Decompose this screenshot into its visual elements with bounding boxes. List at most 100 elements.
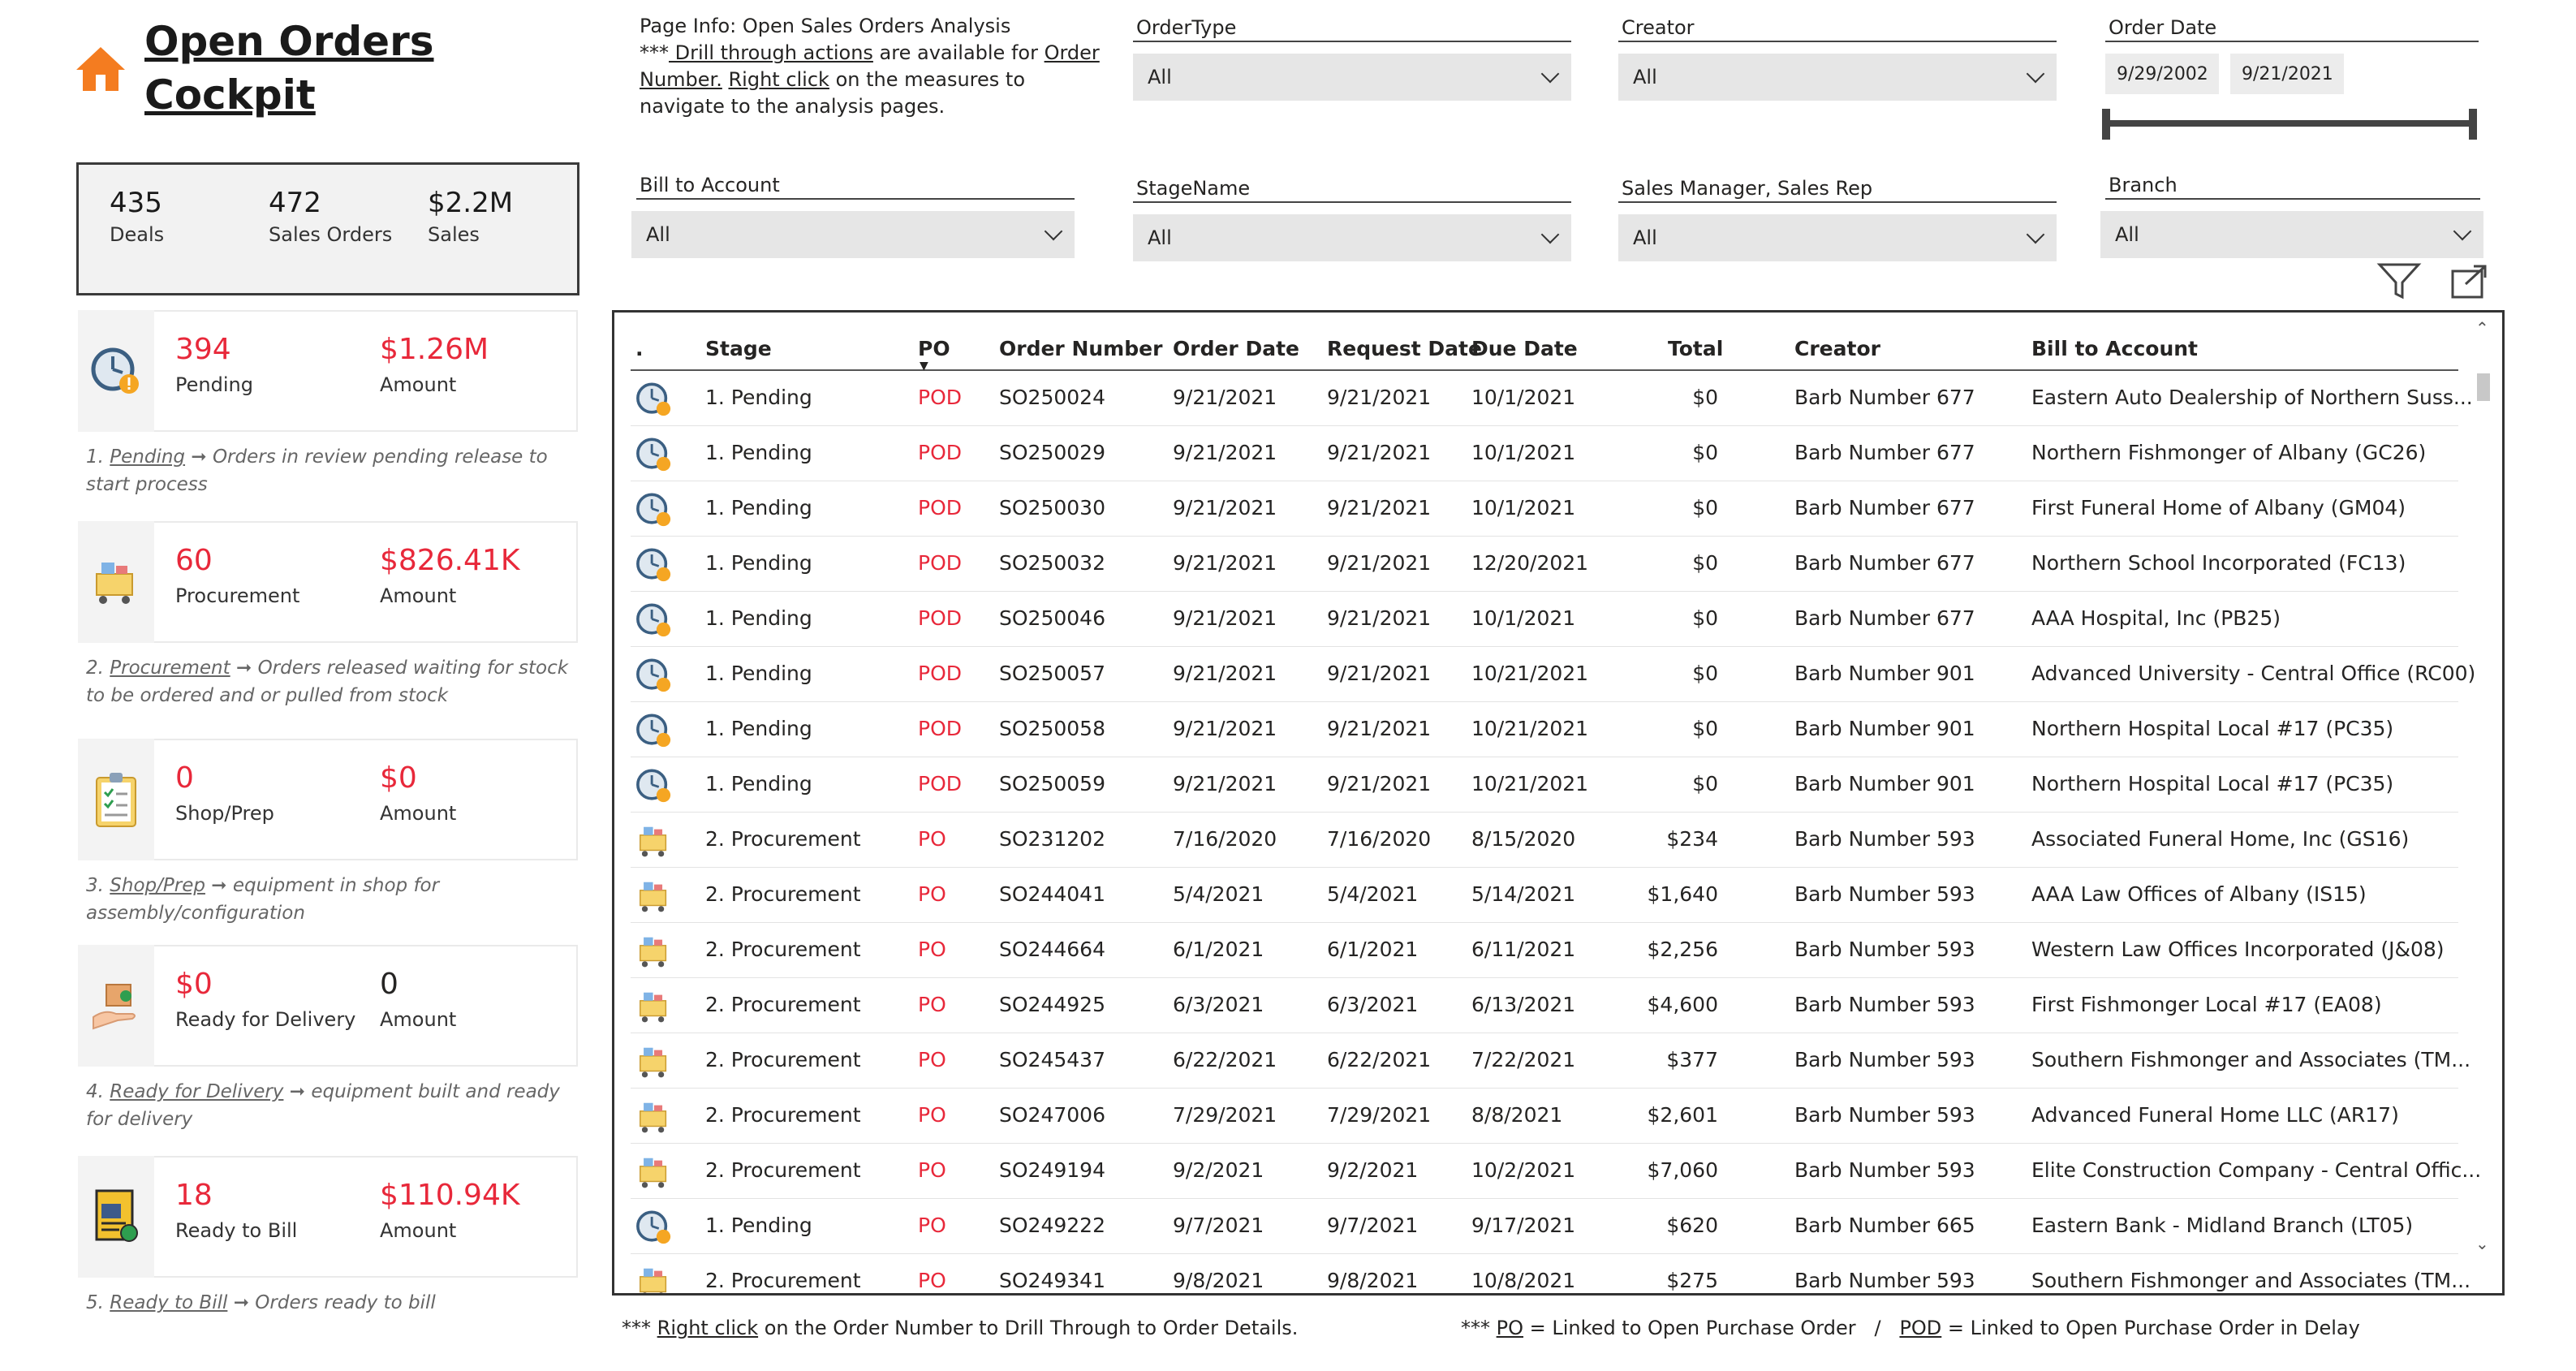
- date-slider-track[interactable]: [2105, 120, 2474, 127]
- start-date-input[interactable]: 9/29/2002: [2105, 54, 2219, 94]
- cell-order[interactable]: SO245437: [999, 1048, 1105, 1071]
- col-header-po[interactable]: PO▼: [918, 337, 950, 360]
- table-row[interactable]: 1. PendingPODSO2500329/21/20219/21/20211…: [631, 537, 2458, 592]
- cell-order[interactable]: SO231202: [999, 827, 1105, 851]
- table-row[interactable]: 1. PendingPODSO2500249/21/20219/21/20211…: [631, 371, 2458, 426]
- right-click-link[interactable]: Right click: [728, 68, 829, 91]
- stage-amount[interactable]: $1.26M: [380, 331, 489, 369]
- focus-mode-icon[interactable]: [2449, 265, 2488, 300]
- cell-order[interactable]: SO244925: [999, 993, 1105, 1016]
- table-row[interactable]: 1. PendingPODSO2500579/21/20219/21/20211…: [631, 647, 2458, 702]
- stage-card-ready-delivery[interactable]: $0 0 Ready for Delivery Amount: [78, 945, 578, 1067]
- stage-dropdown[interactable]: All: [1133, 214, 1571, 261]
- stage-amount[interactable]: $826.41K: [380, 542, 519, 580]
- stage-note-link[interactable]: Procurement: [110, 657, 230, 679]
- cell-order[interactable]: SO250057: [999, 662, 1105, 685]
- col-header-order-date[interactable]: Order Date: [1173, 337, 1299, 360]
- stage-card-shop-prep[interactable]: 0 $0 Shop/Prep Amount: [78, 739, 578, 860]
- po-legend-link[interactable]: PO: [1497, 1317, 1523, 1339]
- cell-order[interactable]: SO250046: [999, 606, 1105, 630]
- date-slider-end-handle[interactable]: [2469, 109, 2477, 140]
- table-row[interactable]: 1. PendingPODSO2500589/21/20219/21/20211…: [631, 702, 2458, 757]
- col-header-indicator[interactable]: .: [635, 337, 644, 360]
- table-row[interactable]: 2. ProcurementPOSO2454376/22/20216/22/20…: [631, 1033, 2458, 1089]
- col-header-bill-to[interactable]: Bill to Account: [2031, 337, 2198, 360]
- cell-bill: Southern Fishmonger and Associates (TM..…: [2031, 1269, 2470, 1292]
- cell-total: $234: [1666, 827, 1718, 851]
- stage-note-link[interactable]: Ready to Bill: [110, 1292, 227, 1313]
- filter-icon[interactable]: [2376, 261, 2422, 300]
- cell-creator: Barb Number 593: [1794, 882, 1975, 906]
- cell-order[interactable]: SO250029: [999, 441, 1105, 464]
- stage-count[interactable]: 60: [175, 542, 213, 580]
- stage-count[interactable]: 394: [175, 331, 231, 369]
- stage-note: 4. Ready for Delivery ➞ equipment built …: [86, 1078, 573, 1133]
- cell-order[interactable]: SO250024: [999, 386, 1105, 409]
- table-row[interactable]: 1. PendingPOSO2492229/7/20219/7/20219/17…: [631, 1199, 2458, 1254]
- cell-order[interactable]: SO249222: [999, 1214, 1105, 1237]
- cell-order[interactable]: SO250030: [999, 496, 1105, 520]
- cell-due: 8/15/2020: [1471, 827, 1575, 851]
- table-row[interactable]: 1. PendingPODSO2500469/21/20219/21/20211…: [631, 592, 2458, 647]
- cell-bill: Northern Fishmonger of Albany (GC26): [2031, 441, 2426, 464]
- stage-card-procurement[interactable]: 60 $826.41K Procurement Amount: [78, 521, 578, 643]
- stage-amount[interactable]: 0: [380, 966, 398, 1003]
- cell-bill: Elite Construction Company - Central Off…: [2031, 1158, 2481, 1182]
- stage-count[interactable]: 0: [175, 760, 194, 797]
- pod-legend-link[interactable]: POD: [1899, 1317, 1941, 1339]
- summary-deals[interactable]: 435 Deals: [110, 184, 164, 248]
- table-row[interactable]: 1. PendingPODSO2500599/21/20219/21/20211…: [631, 757, 2458, 813]
- cell-order[interactable]: SO249341: [999, 1269, 1105, 1292]
- scroll-up-icon[interactable]: ⌃: [2475, 318, 2496, 339]
- col-header-order-number[interactable]: Order Number: [999, 337, 1162, 360]
- sales-manager-dropdown[interactable]: All: [1618, 214, 2057, 261]
- stage-note-link[interactable]: Pending: [110, 446, 185, 468]
- col-header-due-date[interactable]: Due Date: [1471, 337, 1578, 360]
- stage-amount[interactable]: $0: [380, 760, 417, 797]
- table-row[interactable]: 2. ProcurementPOSO2449256/3/20216/3/2021…: [631, 978, 2458, 1033]
- date-slider-start-handle[interactable]: [2102, 109, 2110, 140]
- cell-order[interactable]: SO247006: [999, 1103, 1105, 1127]
- bill-to-dropdown[interactable]: All: [631, 211, 1075, 258]
- stage-count[interactable]: 18: [175, 1177, 213, 1214]
- cell-order[interactable]: SO244664: [999, 938, 1105, 961]
- stage-card-ready-bill[interactable]: 18 $110.94K Ready to Bill Amount: [78, 1156, 578, 1278]
- end-date-input[interactable]: 9/21/2021: [2230, 54, 2344, 94]
- table-row[interactable]: 1. PendingPODSO2500299/21/20219/21/20211…: [631, 426, 2458, 481]
- branch-dropdown[interactable]: All: [2100, 211, 2483, 258]
- table-row[interactable]: 2. ProcurementPOSO2446646/1/20216/1/2021…: [631, 923, 2458, 978]
- scrollbar-thumb[interactable]: [2477, 373, 2490, 401]
- stage-count[interactable]: $0: [175, 966, 213, 1003]
- home-icon[interactable]: [75, 45, 127, 93]
- table-row[interactable]: 1. PendingPODSO2500309/21/20219/21/20211…: [631, 481, 2458, 537]
- creator-dropdown[interactable]: All: [1618, 54, 2057, 101]
- table-row[interactable]: 2. ProcurementPOSO2470067/29/20217/29/20…: [631, 1089, 2458, 1144]
- stage-card-pending[interactable]: 394 $1.26M Pending Amount: [78, 310, 578, 432]
- table-row[interactable]: 2. ProcurementPOSO2312027/16/20207/16/20…: [631, 813, 2458, 868]
- cell-rdate: 7/16/2020: [1327, 827, 1431, 851]
- cell-total: $0: [1692, 772, 1718, 795]
- scroll-down-icon[interactable]: ⌄: [2475, 1234, 2496, 1255]
- table-row[interactable]: 2. ProcurementPOSO2491949/2/20219/2/2021…: [631, 1144, 2458, 1199]
- col-header-request-date[interactable]: Request Date: [1327, 337, 1482, 360]
- col-header-total[interactable]: Total: [1668, 337, 1723, 360]
- summary-sales[interactable]: $2.2M Sales: [428, 184, 513, 248]
- col-header-creator[interactable]: Creator: [1794, 337, 1880, 360]
- cell-order[interactable]: SO244041: [999, 882, 1105, 906]
- stage-amount[interactable]: $110.94K: [380, 1177, 519, 1214]
- cell-order[interactable]: SO250059: [999, 772, 1105, 795]
- table-row[interactable]: 2. ProcurementPOSO2440415/4/20215/4/2021…: [631, 868, 2458, 923]
- summary-orders[interactable]: 472 Sales Orders: [269, 184, 392, 248]
- cell-order[interactable]: SO250058: [999, 717, 1105, 740]
- cell-rdate: 9/7/2021: [1327, 1214, 1418, 1237]
- cell-order[interactable]: SO250032: [999, 551, 1105, 575]
- cell-order[interactable]: SO249194: [999, 1158, 1105, 1182]
- right-click-link[interactable]: Right click: [657, 1317, 758, 1339]
- table-row[interactable]: 2. ProcurementPOSO2493419/8/20219/8/2021…: [631, 1254, 2458, 1296]
- stage-note-link[interactable]: Shop/Prep: [110, 875, 205, 896]
- col-header-stage[interactable]: Stage: [705, 337, 772, 360]
- drill-through-link[interactable]: Drill through actions: [669, 41, 873, 64]
- order-type-dropdown[interactable]: All: [1133, 54, 1571, 101]
- stage-count-label: Ready for Delivery: [175, 1008, 355, 1031]
- stage-note-link[interactable]: Ready for Delivery: [110, 1081, 283, 1102]
